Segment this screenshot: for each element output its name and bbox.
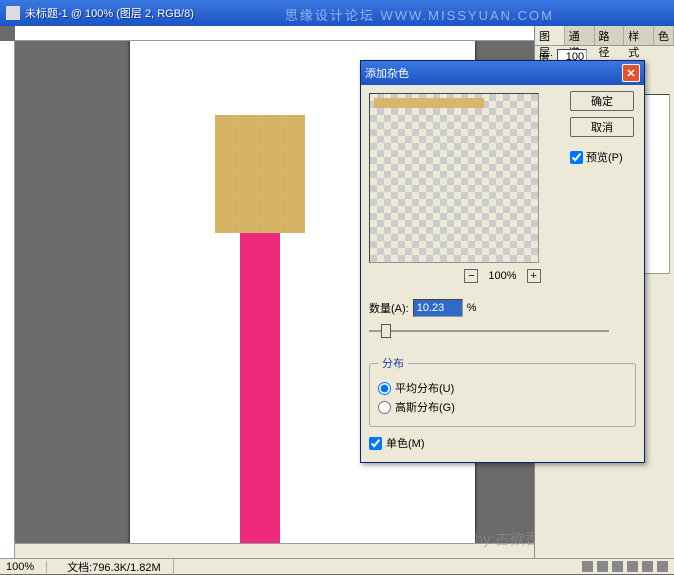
uniform-radio[interactable]: [378, 382, 391, 395]
gaussian-label: 高斯分布(G): [395, 399, 455, 415]
distribution-fieldset: 分布 平均分布(U) 高斯分布(G): [369, 355, 636, 427]
tab-channels[interactable]: 通道: [565, 26, 595, 45]
preview-checkbox[interactable]: [570, 151, 583, 164]
sb-icon-4[interactable]: [627, 561, 638, 572]
preview-content: [374, 98, 484, 108]
sb-icon-6[interactable]: [657, 561, 668, 572]
close-icon[interactable]: ✕: [622, 64, 640, 82]
status-zoom[interactable]: 100%: [6, 561, 47, 573]
dialog-titlebar[interactable]: 添加杂色 ✕: [361, 61, 644, 85]
sb-icon-1[interactable]: [582, 561, 593, 572]
window-title: 未标题-1 @ 100% (图层 2, RGB/8): [25, 5, 194, 21]
amount-slider[interactable]: [369, 321, 609, 341]
zoom-controls: − 100% +: [369, 269, 636, 283]
mono-checkbox[interactable]: [369, 437, 382, 450]
panel-tabs: 图层 通道 路径 样式 色: [535, 26, 674, 46]
tab-styles[interactable]: 样式: [624, 26, 654, 45]
add-noise-dialog: 添加杂色 ✕ 确定 取消 预览(P) − 100% + 数量(A): %: [360, 60, 645, 463]
status-doc: 文档:796.3K/1.82M: [67, 559, 174, 575]
tab-color[interactable]: 色: [654, 26, 674, 45]
mono-row[interactable]: 单色(M): [369, 435, 636, 451]
ruler-vertical[interactable]: [0, 41, 15, 558]
tab-paths[interactable]: 路径: [595, 26, 625, 45]
uniform-row[interactable]: 平均分布(U): [378, 380, 627, 396]
watermark-top: 思缘设计论坛 WWW.MISSYUAN.COM: [285, 5, 554, 24]
gaussian-radio[interactable]: [378, 401, 391, 414]
sb-icon-3[interactable]: [612, 561, 623, 572]
amount-row: 数量(A): %: [369, 299, 636, 317]
app-icon: [6, 6, 20, 20]
mono-label: 单色(M): [386, 435, 425, 451]
zoom-percent: 100%: [488, 270, 516, 282]
zoom-out-button[interactable]: −: [464, 269, 478, 283]
preview-label: 预览(P): [586, 149, 623, 165]
ok-button[interactable]: 确定: [570, 91, 634, 111]
tab-layers[interactable]: 图层: [535, 26, 565, 45]
uniform-label: 平均分布(U): [395, 380, 454, 396]
layer-gold-rect: [215, 115, 305, 233]
status-icons: [582, 561, 668, 572]
zoom-in-button[interactable]: +: [527, 269, 541, 283]
status-bar: 100% 文档:796.3K/1.82M: [0, 558, 674, 574]
distribution-legend: 分布: [378, 355, 408, 371]
sb-icon-2[interactable]: [597, 561, 608, 572]
gaussian-row[interactable]: 高斯分布(G): [378, 399, 627, 415]
preview-box[interactable]: [369, 93, 539, 263]
layer-pink-rect: [240, 233, 280, 543]
dialog-title: 添加杂色: [365, 65, 409, 81]
preview-checkbox-row[interactable]: 预览(P): [570, 149, 634, 165]
cancel-button[interactable]: 取消: [570, 117, 634, 137]
amount-label: 数量(A):: [369, 300, 409, 316]
amount-input[interactable]: [413, 299, 463, 317]
percent-label: %: [467, 302, 477, 314]
slider-thumb[interactable]: [381, 324, 391, 338]
sb-icon-5[interactable]: [642, 561, 653, 572]
slider-track: [369, 330, 609, 332]
